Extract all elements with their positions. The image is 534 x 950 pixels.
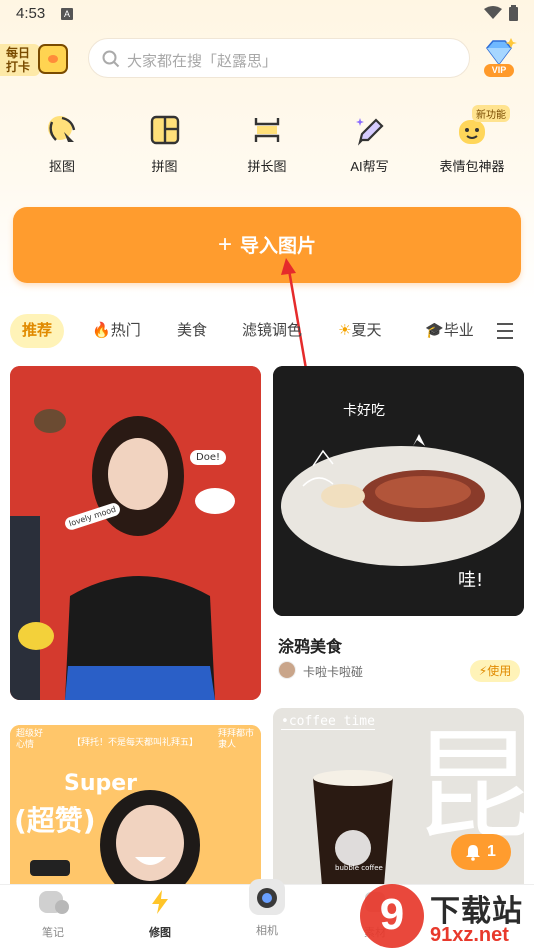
search-bar[interactable]: 大家都在搜「赵露思」 [88, 38, 470, 78]
tab-label: 夏天 [351, 322, 382, 339]
tool-label: AI帮写 [350, 159, 389, 174]
food-overlay-text: 卡好吃 [343, 403, 385, 419]
portrait-image [10, 366, 261, 700]
coffee-caption: •coffee time [281, 714, 375, 730]
category-tabs: 推荐 🔥热门 美食 滤镜调色 ☀夏天 🎓毕业 [0, 314, 534, 348]
nav-camera[interactable]: 相机 [237, 877, 297, 938]
use-label: 使用 [487, 664, 512, 678]
import-image-button[interactable]: + 导入图片 [13, 207, 521, 283]
sun-icon: ☀ [338, 322, 352, 339]
use-template-button[interactable]: ⚡使用 [470, 660, 520, 682]
graduation-cap-icon: 🎓 [425, 322, 444, 339]
tab-food[interactable]: 美食 [177, 314, 207, 348]
collage-icon [150, 115, 179, 145]
battery-icon [509, 5, 518, 21]
checkin-button[interactable]: 每日打卡 [0, 42, 72, 78]
import-label: 导入图片 [240, 236, 317, 257]
tool-label: 拼长图 [247, 159, 287, 174]
feed-card-portrait[interactable]: Doe! lovely mood [10, 366, 261, 700]
vip-button[interactable]: VIP [483, 38, 519, 80]
feed-card-food[interactable]: 卡好吃 哇! [273, 366, 524, 616]
long-collage-icon [254, 118, 280, 142]
status-bar: 4:53 A [0, 0, 534, 28]
tab-recommend[interactable]: 推荐 [10, 314, 65, 348]
new-feature-badge: 新功能 [472, 105, 510, 122]
tool-label: 表情包神器 [439, 159, 505, 174]
tool-row: 抠图 拼图 拼长图 AI帮写 新功能 表情包神器 [12, 105, 522, 178]
notification-button[interactable]: 1 [451, 834, 511, 870]
notification-count: 1 [487, 843, 496, 860]
lightning-icon [152, 890, 168, 914]
speech-bubble: Doe! [190, 450, 226, 465]
tool-collage[interactable]: 拼图 [115, 108, 215, 178]
nav-label: 相机 [256, 925, 278, 937]
tab-label: 毕业 [443, 322, 474, 339]
fire-icon: 🔥 [92, 322, 111, 339]
tab-summer[interactable]: ☀夏天 [338, 314, 381, 348]
search-icon [102, 50, 120, 68]
watermark-logo: 9 [360, 884, 424, 948]
nav-notes[interactable]: 笔记 [23, 889, 83, 940]
notification-a-icon: A [61, 8, 73, 20]
tab-label: 推荐 [22, 322, 53, 339]
category-menu-icon[interactable] [497, 323, 513, 344]
card-title: 涂鸦美食 [278, 639, 343, 656]
card3-headline-en: Super [64, 771, 138, 796]
tab-label: 滤镜调色 [242, 322, 303, 339]
tab-graduation[interactable]: 🎓毕业 [425, 314, 474, 348]
card3-tag-center: 【拜托！不是每天都叫礼拜五】 [72, 738, 199, 748]
calendar-icon [38, 44, 68, 74]
tab-label: 热门 [110, 322, 141, 339]
tool-label: 拼图 [151, 159, 178, 174]
cutout-icon [48, 116, 76, 142]
card3-tag-right: 拜拜都市隶人 [218, 729, 255, 750]
card3-tag-left: 超级好心情 [16, 729, 44, 750]
nav-label: 笔记 [42, 927, 64, 939]
tool-sticker[interactable]: 新功能 表情包神器 [422, 105, 522, 178]
ai-write-icon [355, 118, 384, 146]
checkin-label: 每日打卡 [0, 44, 40, 76]
tool-cutout[interactable]: 抠图 [12, 108, 112, 178]
bell-icon [466, 845, 480, 861]
status-time: 4:53 [16, 5, 46, 22]
watermark-url: 91xz.net [430, 924, 509, 946]
notes-icon [39, 891, 69, 914]
plus-icon: + [217, 231, 232, 258]
feed-card-super[interactable]: 超级好心情 【拜托！不是每天都叫礼拜五】 拜拜都市隶人 Super (超赞) [10, 725, 261, 895]
tool-long-collage[interactable]: 拼长图 [217, 108, 317, 178]
nav-label: 修图 [149, 927, 171, 939]
search-placeholder: 大家都在搜「赵露思」 [127, 53, 278, 70]
nav-edit[interactable]: 修图 [130, 889, 190, 940]
card3-headline-cn: (超赞) [14, 804, 96, 837]
wifi-icon [484, 6, 502, 19]
food-overlay-side: 哇! [458, 570, 484, 591]
vip-label: VIP [484, 64, 514, 77]
tool-ai-write[interactable]: AI帮写 [320, 108, 420, 178]
tab-label: 美食 [177, 322, 208, 339]
site-watermark: 9 下载站 91xz.net [360, 884, 534, 950]
author-name: 卡啦卡啦碰 [303, 665, 364, 679]
cup-text: bubble coffee [335, 864, 383, 872]
tab-hot[interactable]: 🔥热门 [92, 314, 141, 348]
coffee-big-char: 昆 [413, 718, 524, 857]
tool-label: 抠图 [48, 159, 75, 174]
lightning-icon: ⚡ [478, 664, 488, 678]
tab-filters[interactable]: 滤镜调色 [242, 314, 302, 348]
avatar [278, 661, 296, 679]
food-image [273, 366, 524, 616]
camera-icon [249, 879, 285, 915]
